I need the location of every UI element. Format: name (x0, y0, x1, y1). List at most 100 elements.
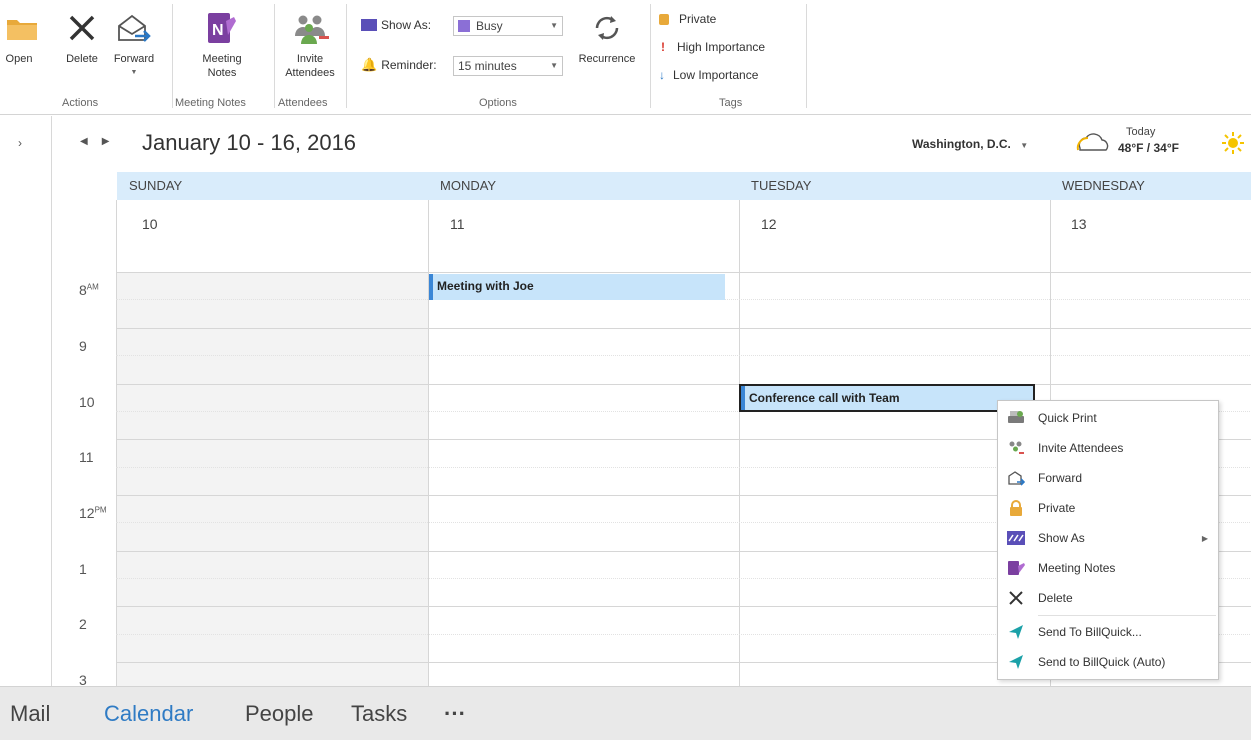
high-importance-button[interactable]: ! High Importance (661, 40, 765, 54)
sunday-column[interactable] (117, 273, 428, 686)
recurrence-button[interactable]: Recurrence (569, 8, 645, 66)
day-number: 10 (142, 216, 158, 232)
time-label: 9 (79, 338, 87, 354)
meeting-notes-button[interactable]: N Meeting Notes (189, 8, 255, 80)
time-label: 12PM (79, 505, 107, 521)
day-header-sunday[interactable]: SUNDAY (117, 172, 428, 200)
busy-swatch (458, 20, 470, 32)
next-arrow-icon[interactable]: ▶ (102, 136, 124, 147)
people-icon (290, 8, 330, 48)
recurrence-icon (587, 8, 627, 48)
date-range-title: January 10 - 16, 2016 (142, 130, 357, 155)
nav-people[interactable]: People (245, 701, 314, 727)
folder-icon (2, 8, 42, 48)
people-icon (1006, 438, 1026, 458)
chevron-down-icon: ▼ (550, 61, 558, 70)
grid-line (116, 328, 1251, 329)
exclamation-icon: ! (661, 40, 665, 54)
appointment-conference-call[interactable]: Conference call with Team (739, 384, 1035, 412)
nav-tasks[interactable]: Tasks (351, 701, 407, 727)
tags-group: Private ! High Importance ↓ Low Importan… (651, 0, 801, 115)
expand-pane-icon[interactable]: › (18, 136, 22, 150)
close-icon (1006, 588, 1026, 608)
printer-icon (1006, 408, 1026, 428)
time-label: 2 (79, 616, 87, 632)
folder-pane-collapsed: › (0, 116, 52, 686)
menu-item-private[interactable]: Private (998, 493, 1218, 523)
bottom-navigation: Mail Calendar People Tasks ··· (0, 686, 1251, 740)
actions-group: Open Delete Forward ▼ Actions (0, 0, 170, 115)
private-button[interactable]: Private (659, 12, 716, 26)
menu-item-send-to-billquick-auto[interactable]: Send to BillQuick (Auto) (998, 647, 1218, 677)
actions-group-label: Actions (62, 97, 99, 109)
forward-button[interactable]: Forward ▼ (104, 8, 164, 80)
meeting-notes-group-label: Meeting Notes (175, 97, 246, 109)
menu-item-quick-print[interactable]: Quick Print (998, 403, 1218, 433)
menu-item-forward[interactable]: Forward (998, 463, 1218, 493)
day-header-wednesday[interactable]: WEDNESDAY (1050, 172, 1251, 200)
chevron-down-icon: ▼ (1020, 141, 1029, 150)
nav-more[interactable]: ··· (444, 701, 466, 727)
invite-attendees-button[interactable]: Invite Attendees (277, 8, 343, 80)
day-number: 11 (450, 216, 465, 232)
svg-text:N: N (212, 22, 224, 39)
onenote-icon: N (202, 8, 242, 48)
time-label: 10 (79, 394, 95, 410)
day-number: 12 (761, 216, 777, 232)
weather-temperatures: 48°F / 34°F (1118, 141, 1179, 155)
send-icon (1006, 622, 1026, 642)
lock-icon (1006, 498, 1026, 518)
close-icon (62, 8, 102, 48)
time-label: 8AM (79, 282, 99, 298)
tags-group-label: Tags (719, 97, 743, 109)
menu-item-send-to-billquick[interactable]: Send To BillQuick... (998, 617, 1218, 647)
menu-item-show-as[interactable]: Show As ▶ (998, 523, 1218, 553)
grid-line (116, 355, 1251, 356)
menu-item-delete[interactable]: Delete (998, 583, 1218, 613)
onenote-icon (1006, 558, 1026, 578)
time-label: 1 (79, 561, 87, 577)
weather-location-dropdown[interactable]: Washington, D.C. ▼ (912, 137, 1028, 151)
ribbon-divider (806, 4, 807, 108)
previous-arrow-icon[interactable]: ◀ (80, 136, 102, 147)
show-as-icon (361, 19, 377, 31)
context-menu: Quick Print Invite Attendees Forward Pri… (997, 400, 1219, 680)
reminder-dropdown[interactable]: 15 minutes ▼ (453, 56, 563, 76)
low-importance-button[interactable]: ↓ Low Importance (659, 68, 758, 82)
chevron-down-icon: ▼ (130, 69, 138, 76)
time-label: 11 (79, 449, 94, 465)
day-number: 13 (1071, 216, 1087, 232)
day-header-monday[interactable]: MONDAY (428, 172, 739, 200)
attendees-group: Invite Attendees Attendees (275, 0, 345, 115)
forward-icon (114, 8, 154, 48)
nav-mail[interactable]: Mail (10, 701, 50, 727)
show-as-row: Show As: (361, 18, 431, 32)
chevron-down-icon: ▼ (550, 21, 558, 30)
show-as-icon (1006, 528, 1026, 548)
meeting-notes-group: N Meeting Notes Meeting Notes (173, 0, 273, 115)
send-icon (1006, 652, 1026, 672)
ribbon: Open Delete Forward ▼ Actions N Meeting … (0, 0, 1251, 115)
open-button[interactable]: Open (2, 8, 37, 66)
menu-item-invite-attendees[interactable]: Invite Attendees (998, 433, 1218, 463)
nav-calendar[interactable]: Calendar (104, 701, 193, 727)
appointment-meeting-with-joe[interactable]: Meeting with Joe (429, 274, 725, 300)
forward-icon (1006, 468, 1026, 488)
options-group-label: Options (479, 97, 517, 109)
date-nav: ◀▶ (80, 136, 123, 147)
show-as-dropdown[interactable]: Busy ▼ (453, 16, 563, 36)
delete-button[interactable]: Delete (60, 8, 104, 66)
grid-line (116, 384, 1251, 385)
lock-icon (659, 13, 669, 25)
grid-line (116, 272, 1251, 273)
options-group: Show As: Busy ▼ 🔔 Reminder: 15 minutes ▼… (347, 0, 649, 115)
arrow-down-icon: ↓ (659, 68, 665, 82)
bell-icon: 🔔 (361, 57, 378, 72)
weather-cloud-icon (1074, 128, 1114, 159)
weather-today-label: Today (1126, 126, 1156, 138)
attendees-group-label: Attendees (278, 97, 328, 109)
time-label: 3 (79, 672, 87, 686)
menu-separator (1038, 615, 1216, 616)
menu-item-meeting-notes[interactable]: Meeting Notes (998, 553, 1218, 583)
day-header-tuesday[interactable]: TUESDAY (739, 172, 1050, 200)
